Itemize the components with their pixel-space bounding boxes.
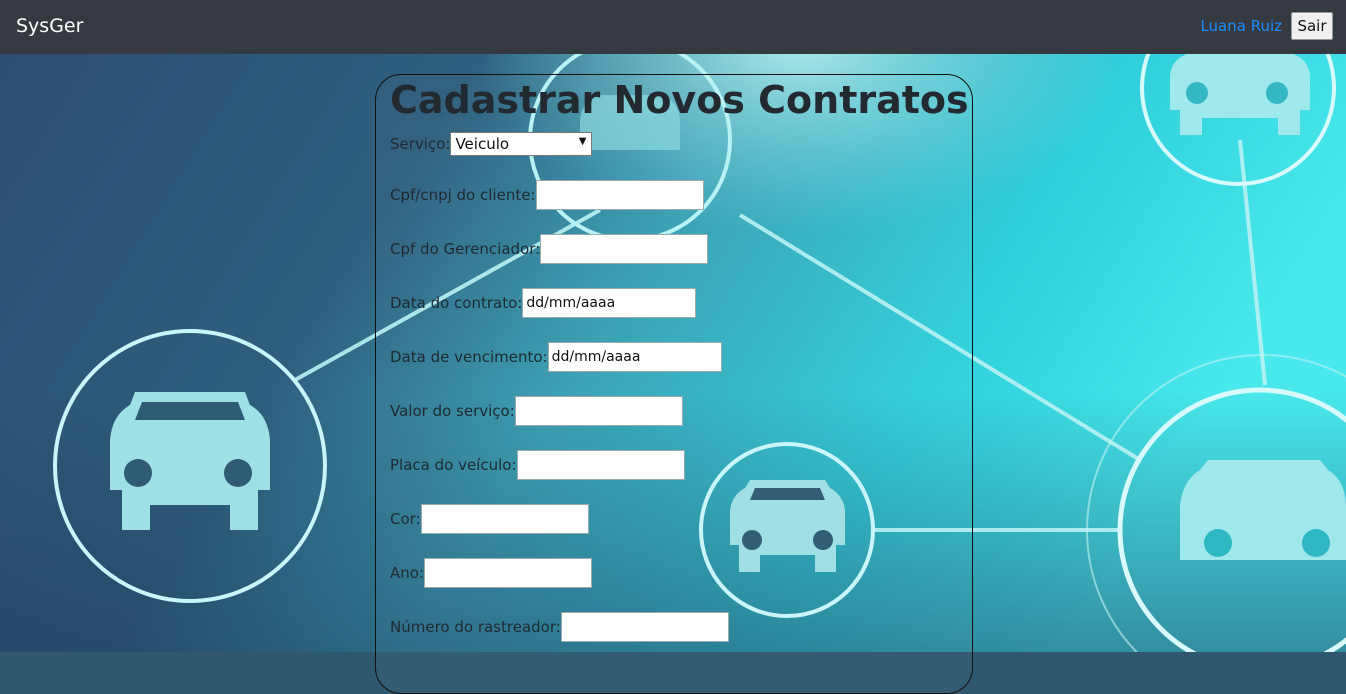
navbar: SysGer Luana Ruiz Sair bbox=[0, 0, 1346, 54]
ano-input[interactable] bbox=[424, 558, 592, 588]
cpf-cliente-input[interactable] bbox=[535, 180, 704, 210]
data-contrato-row: Data do contrato: bbox=[390, 288, 697, 318]
cpf-gerenciador-input[interactable] bbox=[540, 234, 709, 264]
placa-label: Placa do veículo: bbox=[390, 456, 517, 474]
data-vencimento-label: Data de vencimento: bbox=[390, 348, 548, 366]
dropdown-arrow-icon: ▼ bbox=[578, 136, 587, 147]
cpf-cliente-label: Cpf/cnpj do cliente: bbox=[390, 186, 536, 204]
placa-row: Placa do veículo: bbox=[390, 450, 685, 480]
data-vencimento-row: Data de vencimento: bbox=[390, 342, 722, 372]
service-select[interactable]: Veiculo ▼ bbox=[450, 132, 593, 156]
cor-input[interactable] bbox=[420, 504, 589, 534]
cpf-cliente-row: Cpf/cnpj do cliente: bbox=[390, 180, 704, 210]
user-profile-link[interactable]: Luana Ruiz bbox=[1200, 17, 1282, 35]
service-selected-value: Veiculo bbox=[455, 135, 510, 153]
cor-row: Cor: bbox=[390, 504, 589, 534]
valor-input[interactable] bbox=[514, 396, 683, 426]
data-contrato-input[interactable] bbox=[522, 288, 697, 318]
data-vencimento-input[interactable] bbox=[547, 342, 722, 372]
placa-input[interactable] bbox=[516, 450, 685, 480]
data-contrato-label: Data do contrato: bbox=[390, 294, 523, 312]
cpf-gerenciador-row: Cpf do Gerenciador: bbox=[390, 234, 709, 264]
cpf-gerenciador-label: Cpf do Gerenciador: bbox=[390, 240, 541, 258]
service-label: Serviço: bbox=[390, 135, 451, 153]
page-title: Cadastrar Novos Contratos bbox=[390, 78, 969, 122]
rastreador-row: Número do rastreador: bbox=[390, 612, 729, 642]
ano-label: Ano: bbox=[390, 564, 424, 582]
rastreador-input[interactable] bbox=[560, 612, 729, 642]
brand-logo[interactable]: SysGer bbox=[16, 15, 83, 37]
form-card bbox=[375, 74, 973, 694]
logout-button[interactable]: Sair bbox=[1291, 12, 1333, 40]
rastreador-label: Número do rastreador: bbox=[390, 618, 561, 636]
ano-row: Ano: bbox=[390, 558, 592, 588]
cor-label: Cor: bbox=[390, 510, 421, 528]
service-row: Serviço: Veiculo ▼ bbox=[390, 132, 593, 156]
valor-row: Valor do serviço: bbox=[390, 396, 683, 426]
valor-label: Valor do serviço: bbox=[390, 402, 515, 420]
